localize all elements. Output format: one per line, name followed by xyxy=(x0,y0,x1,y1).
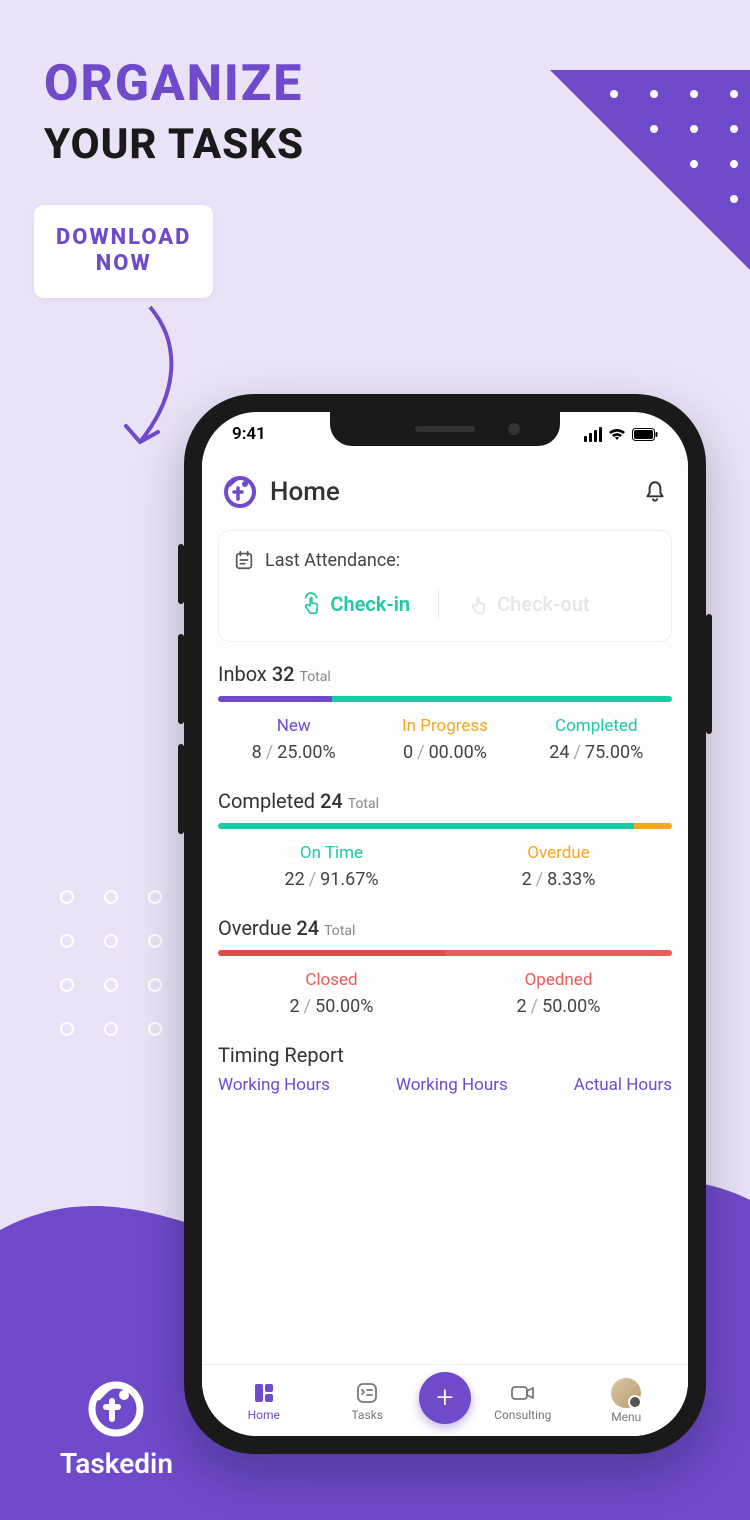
divider xyxy=(438,589,439,619)
timing-col-2: Working Hours xyxy=(396,1075,508,1095)
bottom-nav: Home Tasks + Consulting xyxy=(202,1364,688,1436)
inbox-count: 32 xyxy=(272,662,295,686)
completed-ontime-label: On Time xyxy=(218,843,445,863)
inbox-completed-pct: 75.00% xyxy=(585,742,643,763)
promo-heading-2: YOUR TASKS xyxy=(44,120,304,169)
brand-logo-icon xyxy=(86,1379,146,1439)
inbox-new-pct: 25.00% xyxy=(277,742,335,763)
phone-frame: 9:41 Home Last At xyxy=(184,394,706,1454)
phone-screen: 9:41 Home Last At xyxy=(202,412,688,1436)
notifications-icon[interactable] xyxy=(642,479,668,505)
nav-tasks[interactable]: Tasks xyxy=(316,1380,420,1422)
promo-heading-1: ORGANIZE xyxy=(44,55,303,113)
inbox-title: Inbox xyxy=(218,662,267,686)
add-button[interactable]: + xyxy=(419,1372,471,1424)
timing-columns: Working Hours Working Hours Actual Hours xyxy=(218,1075,672,1095)
overdue-opened-pct: 50.00% xyxy=(542,996,600,1017)
completed-progress-bar xyxy=(218,823,672,829)
overdue-section: Overdue 24 Total Closed 2/50.00% Opedned xyxy=(218,916,672,1017)
inbox-section: Inbox 32 Total New 8/25.00% In Progress … xyxy=(218,662,672,763)
completed-count: 24 xyxy=(320,789,343,813)
completed-overdue-count: 2 xyxy=(522,869,532,890)
overdue-closed-label: Closed xyxy=(218,970,445,990)
inbox-inprogress-label: In Progress xyxy=(369,716,520,736)
calendar-icon xyxy=(233,549,255,571)
status-time: 9:41 xyxy=(232,424,266,444)
check-in-button[interactable]: Check-in xyxy=(300,591,410,617)
download-now-button[interactable]: DOWNLOAD NOW xyxy=(34,205,213,298)
download-line2: NOW xyxy=(56,251,191,277)
check-out-button[interactable]: Check-out xyxy=(467,591,590,617)
timing-report-title: Timing Report xyxy=(218,1043,672,1067)
inbox-inprogress-pct: 00.00% xyxy=(429,742,487,763)
tasks-icon xyxy=(354,1380,380,1406)
download-line1: DOWNLOAD xyxy=(56,225,191,251)
tap-out-icon xyxy=(467,591,489,617)
brand-block: Taskedin xyxy=(60,1379,173,1480)
completed-section: Completed 24 Total On Time 22/91.67% Ove… xyxy=(218,789,672,890)
timing-col-1: Working Hours xyxy=(218,1075,330,1095)
brand-name: Taskedin xyxy=(60,1447,173,1480)
page-title: Home xyxy=(270,477,630,507)
app-logo-icon xyxy=(222,474,258,510)
attendance-card: Last Attendance: Check-in Check-out xyxy=(218,530,672,642)
nav-menu-label: Menu xyxy=(611,1410,641,1424)
inbox-total-label: Total xyxy=(300,669,331,685)
check-out-label: Check-out xyxy=(497,592,590,616)
completed-title: Completed xyxy=(218,789,315,813)
completed-ontime-pct: 91.67% xyxy=(320,869,378,890)
overdue-closed-pct: 50.00% xyxy=(315,996,373,1017)
avatar-icon xyxy=(611,1378,641,1408)
phone-notch xyxy=(330,412,560,446)
decorative-triangle xyxy=(550,70,750,290)
signal-icon xyxy=(584,427,602,442)
overdue-progress-bar xyxy=(218,950,672,956)
completed-overdue-label: Overdue xyxy=(445,843,672,863)
completed-overdue-pct: 8.33% xyxy=(547,869,595,890)
timing-col-3: Actual Hours xyxy=(574,1075,672,1095)
overdue-opened-label: Opedned xyxy=(445,970,672,990)
inbox-completed-label: Completed xyxy=(521,716,672,736)
battery-icon xyxy=(632,428,658,441)
overdue-title: Overdue xyxy=(218,916,291,940)
inbox-completed-count: 24 xyxy=(549,742,569,763)
completed-total-label: Total xyxy=(348,796,379,812)
overdue-opened-count: 2 xyxy=(517,996,527,1017)
nav-consulting-label: Consulting xyxy=(494,1408,551,1422)
inbox-new-count: 8 xyxy=(252,742,262,763)
inbox-inprogress-count: 0 xyxy=(403,742,413,763)
overdue-total-label: Total xyxy=(324,923,355,939)
plus-icon: + xyxy=(437,1380,454,1415)
video-icon xyxy=(510,1380,536,1406)
attendance-label: Last Attendance: xyxy=(265,550,400,571)
app-header: Home xyxy=(202,456,688,524)
check-in-label: Check-in xyxy=(330,592,410,616)
nav-menu[interactable]: Menu xyxy=(575,1378,679,1424)
inbox-new-label: New xyxy=(218,716,369,736)
inbox-progress-bar xyxy=(218,696,672,702)
tap-in-icon xyxy=(300,591,322,617)
nav-tasks-label: Tasks xyxy=(352,1408,384,1422)
home-icon xyxy=(251,1380,277,1406)
nav-home-label: Home xyxy=(248,1408,280,1422)
completed-ontime-count: 22 xyxy=(284,869,304,890)
nav-consulting[interactable]: Consulting xyxy=(471,1380,575,1422)
nav-home[interactable]: Home xyxy=(212,1380,316,1422)
wifi-icon xyxy=(608,427,626,441)
overdue-closed-count: 2 xyxy=(290,996,300,1017)
overdue-count: 24 xyxy=(296,916,319,940)
